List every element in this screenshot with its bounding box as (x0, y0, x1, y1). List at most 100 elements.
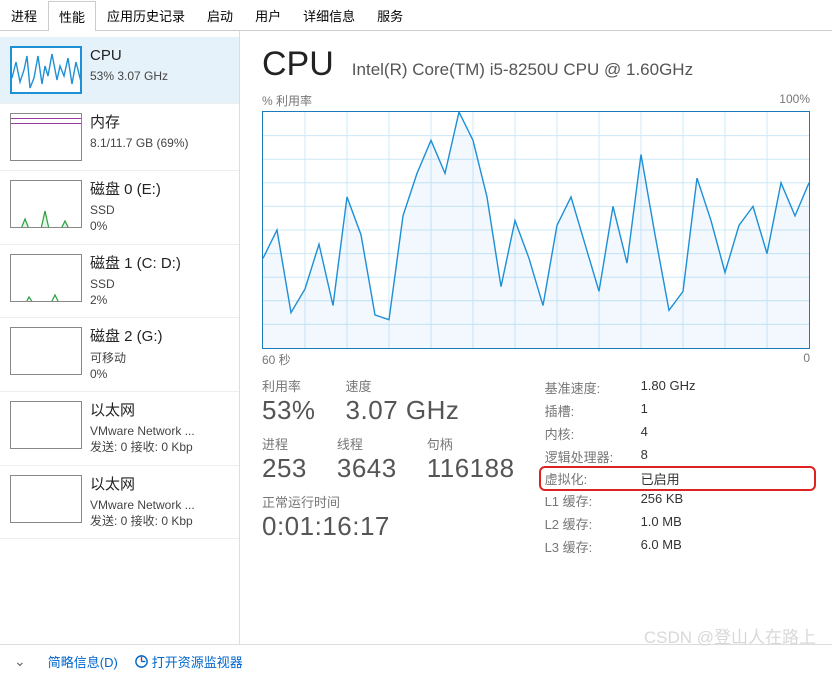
sidebar-item-ethernet0[interactable]: 以太网 VMware Network ... 发送: 0 接收: 0 Kbp (0, 392, 239, 466)
disk-thumb (10, 327, 82, 375)
processes-value: 253 (262, 453, 307, 484)
utilization-value: 53% (262, 395, 316, 426)
stats-value: 8 (641, 447, 648, 466)
chart-bottom-labels: 60 秒 0 (262, 351, 810, 368)
stats-value: 6.0 MB (641, 537, 682, 556)
tab-details[interactable]: 详细信息 (292, 0, 366, 30)
stats-key: 插槽: (545, 401, 641, 420)
stats-row: 逻辑处理器:8 (545, 445, 810, 468)
brief-view-link[interactable]: 简略信息(D) (48, 652, 118, 671)
tabs: 进程 性能 应用历史记录 启动 用户 详细信息 服务 (0, 0, 832, 31)
ethernet-thumb (10, 475, 82, 523)
sidebar-sub2: 0% (90, 218, 161, 234)
sidebar-item-ethernet1[interactable]: 以太网 VMware Network ... 发送: 0 接收: 0 Kbp (0, 466, 239, 540)
sidebar: CPU 53% 3.07 GHz 内存 8.1/11.7 GB (69%) 磁盘… (0, 31, 240, 644)
page-subtitle: Intel(R) Core(TM) i5-8250U CPU @ 1.60GHz (352, 60, 693, 80)
ethernet-thumb (10, 401, 82, 449)
stats-key: 虚拟化: (545, 469, 641, 488)
tab-services[interactable]: 服务 (366, 0, 414, 30)
cpu-thumb (10, 46, 82, 94)
utilization-label: 利用率 (262, 376, 316, 395)
sidebar-item-disk1[interactable]: 磁盘 1 (C: D:) SSD 2% (0, 245, 239, 319)
stats-row: 内核:4 (545, 422, 810, 445)
sidebar-title: 内存 (90, 113, 189, 133)
footer: ⌄ 简略信息(D) 打开资源监视器 (0, 644, 832, 678)
sidebar-sub: VMware Network ... (90, 497, 195, 513)
sidebar-text: 以太网 VMware Network ... 发送: 0 接收: 0 Kbp (90, 475, 195, 530)
stats-value: 1.80 GHz (641, 378, 696, 397)
sidebar-text: 磁盘 0 (E:) SSD 0% (90, 180, 161, 235)
sidebar-item-cpu[interactable]: CPU 53% 3.07 GHz (0, 37, 239, 104)
processes-label: 进程 (262, 434, 307, 453)
sidebar-sub2: 发送: 0 接收: 0 Kbp (90, 513, 195, 529)
disk-thumb (10, 180, 82, 228)
stats-key: L1 缓存: (545, 491, 641, 510)
disk-thumb (10, 254, 82, 302)
cpu-chart[interactable] (262, 111, 810, 349)
stats-row: L2 缓存:1.0 MB (545, 512, 810, 535)
header: CPU Intel(R) Core(TM) i5-8250U CPU @ 1.6… (262, 45, 810, 84)
sidebar-text: 以太网 VMware Network ... 发送: 0 接收: 0 Kbp (90, 401, 195, 456)
content: CPU Intel(R) Core(TM) i5-8250U CPU @ 1.6… (240, 31, 832, 644)
chevron-down-icon[interactable]: ⌄ (14, 653, 26, 670)
tab-startup[interactable]: 启动 (196, 0, 244, 30)
handles-label: 句柄 (427, 434, 515, 453)
stats-left: 利用率 53% 速度 3.07 GHz 进程 253 线程 36 (262, 376, 515, 558)
speed-value: 3.07 GHz (346, 395, 460, 426)
tab-users[interactable]: 用户 (244, 0, 292, 30)
handles-value: 116188 (427, 453, 515, 484)
stats-row: 虚拟化:已启用 (539, 466, 816, 491)
sidebar-sub: VMware Network ... (90, 423, 195, 439)
stats-value: 256 KB (641, 491, 684, 510)
resmon-icon (134, 654, 149, 669)
stats-right: 基准速度:1.80 GHz插槽:1内核:4逻辑处理器:8虚拟化:已启用L1 缓存… (545, 376, 810, 558)
uptime-label: 正常运行时间 (262, 492, 515, 511)
tab-processes[interactable]: 进程 (0, 0, 48, 30)
sidebar-title: 磁盘 1 (C: D:) (90, 254, 181, 274)
memory-thumb (10, 113, 82, 161)
sidebar-sub2: 2% (90, 292, 181, 308)
sidebar-title: 以太网 (90, 475, 195, 495)
sidebar-item-disk2[interactable]: 磁盘 2 (G:) 可移动 0% (0, 318, 239, 392)
stats-row: L1 缓存:256 KB (545, 489, 810, 512)
stats-key: 内核: (545, 424, 641, 443)
sidebar-sub: 可移动 (90, 350, 163, 366)
sidebar-sub2: 发送: 0 接收: 0 Kbp (90, 439, 195, 455)
stats-key: L3 缓存: (545, 537, 641, 556)
chart-y-max: 100% (779, 92, 810, 109)
stats-value: 已启用 (641, 469, 680, 488)
uptime-value: 0:01:16:17 (262, 511, 515, 542)
sidebar-title: CPU (90, 46, 168, 66)
sidebar-title: 磁盘 0 (E:) (90, 180, 161, 200)
stats-value: 1.0 MB (641, 514, 682, 533)
tab-app-history[interactable]: 应用历史记录 (96, 0, 196, 30)
tab-performance[interactable]: 性能 (48, 1, 96, 31)
stats-value: 4 (641, 424, 648, 443)
sidebar-sub: 53% 3.07 GHz (90, 68, 168, 84)
sidebar-sub: 8.1/11.7 GB (69%) (90, 135, 189, 151)
threads-value: 3643 (337, 453, 397, 484)
chart-x-left: 60 秒 (262, 351, 291, 368)
threads-label: 线程 (337, 434, 397, 453)
page-title: CPU (262, 45, 334, 84)
sidebar-text: 磁盘 1 (C: D:) SSD 2% (90, 254, 181, 309)
sidebar-sub: SSD (90, 276, 181, 292)
main-area: CPU 53% 3.07 GHz 内存 8.1/11.7 GB (69%) 磁盘… (0, 31, 832, 644)
stats-key: 基准速度: (545, 378, 641, 397)
stats-value: 1 (641, 401, 648, 420)
resmon-link[interactable]: 打开资源监视器 (152, 652, 243, 671)
stats-row: L3 缓存:6.0 MB (545, 535, 810, 558)
sidebar-text: 内存 8.1/11.7 GB (69%) (90, 113, 189, 161)
stats-row: 插槽:1 (545, 399, 810, 422)
sidebar-item-disk0[interactable]: 磁盘 0 (E:) SSD 0% (0, 171, 239, 245)
sidebar-item-memory[interactable]: 内存 8.1/11.7 GB (69%) (0, 104, 239, 171)
stats: 利用率 53% 速度 3.07 GHz 进程 253 线程 36 (262, 376, 810, 558)
resmon-link-wrap[interactable]: 打开资源监视器 (134, 652, 243, 671)
sidebar-sub2: 0% (90, 366, 163, 382)
chart-y-label: % 利用率 (262, 92, 312, 109)
chart-x-right: 0 (803, 351, 810, 368)
sidebar-title: 以太网 (90, 401, 195, 421)
stats-key: 逻辑处理器: (545, 447, 641, 466)
sidebar-title: 磁盘 2 (G:) (90, 327, 163, 347)
sidebar-sub: SSD (90, 202, 161, 218)
